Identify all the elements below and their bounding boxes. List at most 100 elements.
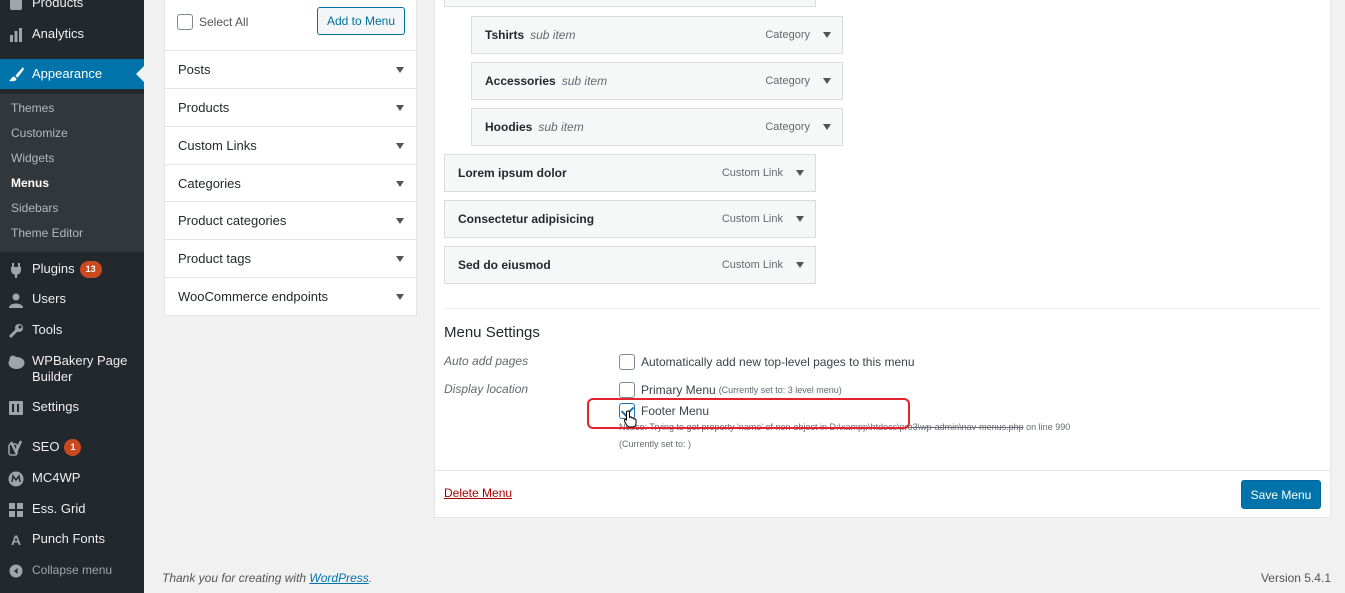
accordion-custom-links[interactable]: Custom Links [165,126,416,164]
mc4wp-icon [0,470,32,488]
accordion-label: WooCommerce endpoints [178,289,329,304]
sidebar-item-ess-grid[interactable]: Ess. Grid [0,501,144,519]
settings-divider [444,308,1320,309]
accordion-categories[interactable]: Categories [165,164,416,202]
accordion-label: Products [178,100,230,115]
seo-notification-badge: 1 [64,439,82,456]
accordion-label: Product tags [178,251,251,266]
appearance-submenu: Themes Customize Widgets Menus Sidebars … [0,94,144,252]
menu-item-title: Accessories [485,74,556,88]
menu-item[interactable]: Sed do eiusmod Custom Link [444,246,816,284]
menu-item[interactable]: Accessories sub item Category [471,62,843,100]
menu-item-title: Lorem ipsum dolor [458,166,567,180]
admin-sidebar: Products Analytics Appearance Themes Cus… [0,0,144,593]
accordion-label: Categories [178,176,241,191]
item-expand-icon[interactable] [823,78,831,84]
select-all-label: Select All [199,15,249,29]
menu-item-type: Category [765,29,810,41]
analytics-icon [0,26,32,44]
php-notice-line: on line 990 [1026,422,1071,432]
wpbakery-icon [0,353,32,371]
grid-icon [0,501,32,519]
sidebar-item-analytics[interactable]: Analytics [0,26,144,44]
accordion-products[interactable]: Products [165,88,416,126]
menu-item-title: Hoodies [485,120,533,134]
menu-item-sub-label: sub item [538,120,584,134]
plugins-icon [0,261,32,279]
item-expand-icon[interactable] [796,170,804,176]
select-all-checkbox[interactable] [177,14,193,30]
current-menu-arrow [136,66,144,82]
primary-menu-option[interactable]: Primary Menu (Currently set to: 3 level … [619,382,842,398]
sidebar-item-seo[interactable]: SEO 1 [0,439,144,457]
accordion-label: Posts [178,62,211,77]
delete-menu-link[interactable]: Delete Menu [444,486,512,500]
menu-item-type: Custom Link [721,167,783,179]
item-expand-icon[interactable] [823,124,831,130]
accordion-product-categories[interactable]: Product categories [165,201,416,239]
accordion-label: Product categories [178,213,287,228]
auto-add-pages-label: Auto add pages [444,354,529,368]
auto-add-option[interactable]: Automatically add new top-level pages to… [619,354,915,370]
accordion-posts[interactable]: Posts [165,50,416,88]
sidebar-item-products[interactable]: Products [0,0,144,13]
sidebar-item-appearance[interactable]: Appearance [0,59,144,89]
submenu-widgets[interactable]: Widgets [11,151,54,165]
menu-item-type: Category [765,121,810,133]
plugins-label: Plugins [32,261,75,276]
submenu-sidebars[interactable]: Sidebars [11,201,58,215]
add-to-menu-button[interactable]: Add to Menu [317,7,405,35]
menu-item-type: Custom Link [721,213,783,225]
item-expand-icon[interactable] [823,32,831,38]
menu-item-title: Sed do eiusmod [458,258,551,272]
auto-add-checkbox[interactable] [619,354,635,370]
plugins-update-badge: 13 [79,261,102,278]
menu-settings-heading: Menu Settings [444,324,540,341]
triangle-down-icon [396,180,404,187]
sidebar-item-settings[interactable]: Settings [0,399,144,417]
triangle-down-icon [396,104,404,111]
wordpress-link[interactable]: WordPress [309,571,368,585]
font-icon: A [10,532,22,548]
item-expand-icon[interactable] [796,262,804,268]
add-menu-items-panel: Select All Add to Menu Posts Products Cu… [164,0,417,316]
sidebar-item-tools[interactable]: Tools [0,322,144,340]
menu-item[interactable]: Hoodies sub item Category [471,108,843,146]
version-text: Version 5.4.1 [1260,571,1331,585]
users-icon [0,291,32,309]
accordion-woocommerce-endpoints[interactable]: WooCommerce endpoints [165,277,416,315]
save-menu-button[interactable]: Save Menu [1241,480,1321,509]
triangle-down-icon [396,66,404,73]
menu-item[interactable]: Consectetur adipisicing Custom Link [444,200,816,238]
display-location-label: Display location [444,382,529,396]
sidebar-item-mc4wp[interactable]: MC4WP [0,470,144,488]
item-expand-icon[interactable] [796,216,804,222]
seo-label: SEO [32,439,60,454]
menu-item-partial[interactable] [444,0,816,7]
accordion-product-tags[interactable]: Product tags [165,239,416,277]
sidebar-item-punch-fonts[interactable]: A Punch Fonts [0,531,144,549]
collapse-icon [0,562,32,580]
sidebar-collapse-menu[interactable]: Collapse menu [0,562,144,580]
editor-footer-divider [434,470,1331,471]
menu-item[interactable]: Tshirts sub item Category [471,16,843,54]
menu-item-sub-label: sub item [530,28,576,42]
submenu-themes[interactable]: Themes [11,101,54,115]
submenu-theme-editor[interactable]: Theme Editor [11,226,83,240]
submenu-customize[interactable]: Customize [11,126,68,140]
sidebar-item-users[interactable]: Users [0,291,144,309]
menu-item-type: Custom Link [721,259,783,271]
footer-menu-current: (Currently set to: ) [619,439,692,449]
submenu-menus[interactable]: Menus [11,176,49,190]
seo-yoast-icon [0,439,32,457]
menu-item[interactable]: Lorem ipsum dolor Custom Link [444,154,816,192]
settings-icon [0,399,32,417]
footer-thanks: Thank you for creating with WordPress. [162,571,372,585]
primary-menu-current: (Currently set to: 3 level menu) [718,385,842,395]
products-icon [0,0,32,13]
sidebar-item-plugins[interactable]: Plugins 13 [0,261,144,279]
hand-pointer-icon [623,410,638,433]
sidebar-item-wpbakery[interactable]: WPBakery Page Builder [0,353,144,385]
primary-menu-checkbox[interactable] [619,382,635,398]
select-all[interactable]: Select All [177,14,248,30]
